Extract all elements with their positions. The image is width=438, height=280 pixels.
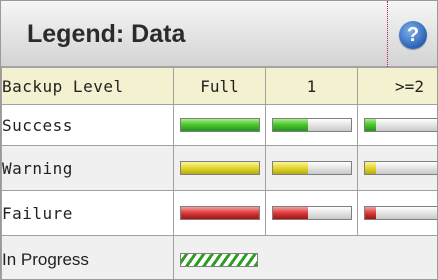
status-cell [357, 104, 437, 146]
legend-panel: Legend: Data ? Backup Level Full 1 >=2 S… [0, 0, 438, 280]
header-separator [387, 1, 388, 67]
status-cell [357, 190, 437, 236]
status-cell [173, 145, 266, 191]
legend-table: Backup Level Full 1 >=2 Success Warning … [1, 67, 437, 279]
bar-fill [365, 119, 376, 131]
bar-fill [180, 207, 259, 219]
column-header-backup-level: Backup Level [1, 67, 174, 105]
row-label-in-progress: In Progress [1, 235, 174, 279]
status-cell [265, 190, 358, 236]
warning-level-2-plus-bar [364, 161, 437, 175]
row-label-warning: Warning [1, 145, 174, 191]
status-cell [173, 190, 266, 236]
failure-level-1-bar [271, 206, 352, 220]
warning-full-bar [179, 161, 260, 175]
status-cell [265, 145, 358, 191]
table-row: Failure [1, 190, 437, 236]
success-level-2-plus-bar [364, 118, 437, 132]
status-cell [357, 145, 437, 191]
warning-level-1-bar [271, 161, 352, 175]
bar-fill [180, 119, 259, 131]
status-cell [265, 104, 358, 146]
failure-level-2-plus-bar [364, 206, 437, 220]
legend-header: Legend: Data ? [1, 1, 437, 67]
column-header-full: Full [173, 67, 266, 105]
bar-fill [272, 119, 308, 131]
table-row: Warning [1, 145, 437, 191]
table-row: Success [1, 104, 437, 146]
help-icon[interactable]: ? [399, 21, 427, 49]
row-label-failure: Failure [1, 190, 174, 236]
bar-fill [272, 162, 308, 174]
status-cell [173, 104, 266, 146]
failure-full-bar [179, 206, 260, 220]
column-header-level-2-plus: >=2 [357, 67, 437, 105]
table-row: In Progress [1, 235, 437, 279]
bar-fill [272, 207, 308, 219]
header-row: Backup Level Full 1 >=2 [1, 67, 437, 105]
column-header-level-1: 1 [265, 67, 358, 105]
in-progress-indicator [180, 253, 258, 267]
row-label-success: Success [1, 104, 174, 146]
legend-title: Legend: Data [27, 20, 186, 48]
bar-fill [365, 162, 376, 174]
bar-fill [180, 162, 259, 174]
in-progress-cell [173, 235, 437, 279]
success-full-bar [179, 118, 260, 132]
bar-fill [365, 207, 376, 219]
success-level-1-bar [271, 118, 352, 132]
